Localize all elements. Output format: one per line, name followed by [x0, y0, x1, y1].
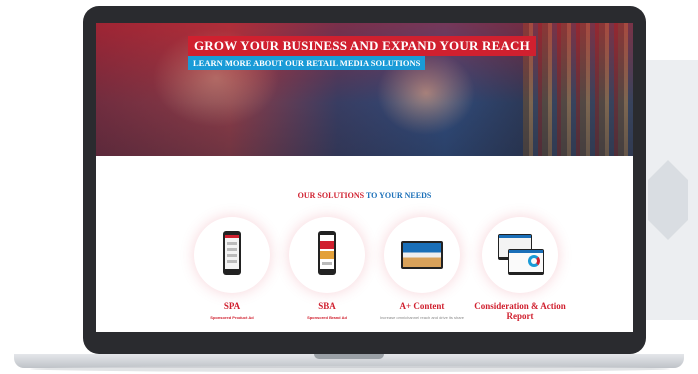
hero-subtitle-link[interactable]: LEARN MORE ABOUT OUR RETAIL MEDIA SOLUTI… [188, 56, 426, 70]
donut-chart-icon [528, 255, 540, 267]
laptop-screen: GROW YOUR BUSINESS AND EXPAND YOUR REACH… [96, 23, 633, 332]
solution-card-a-plus-content[interactable]: A+ Content Increase omnichannel reach an… [377, 217, 467, 320]
solution-card-consideration-report[interactable]: Consideration & Action Report [472, 217, 568, 321]
solution-card-sba[interactable]: SBA Sponsored Brand Ad [282, 217, 372, 320]
laptop-notch [314, 354, 384, 359]
solution-name: SPA [223, 301, 241, 311]
solution-icon-circle [384, 217, 460, 293]
solution-desc: Increase omnichannel reach and drive its… [379, 315, 465, 320]
solution-name: SBA [318, 301, 336, 311]
solution-name: A+ Content [399, 301, 445, 311]
solution-card-spa[interactable]: SPA Sponsored Product Ad [187, 217, 277, 320]
solutions-heading-part2: TO YOUR NEEDS [364, 191, 432, 200]
dashboard-chart-icon [508, 249, 544, 275]
tablet-content-icon [401, 241, 443, 269]
solution-icon-circle [289, 217, 365, 293]
solutions-heading-part1: OUR SOLUTIONS [297, 191, 365, 200]
solution-icon-circle [482, 217, 558, 293]
laptop-shadow [30, 366, 670, 372]
solution-name: Consideration & Action Report [474, 301, 566, 321]
hero-banner: GROW YOUR BUSINESS AND EXPAND YOUR REACH… [96, 23, 633, 156]
solution-desc: Sponsored Product Ad [210, 315, 254, 320]
solution-icon-circle [194, 217, 270, 293]
marketing-mockup: GROW YOUR BUSINESS AND EXPAND YOUR REACH… [0, 0, 698, 374]
solution-desc: Sponsored Brand Ad [307, 315, 347, 320]
solutions-heading: OUR SOLUTIONS TO YOUR NEEDS [96, 191, 633, 200]
phone-brand-banner-icon [318, 231, 336, 275]
hero-title: GROW YOUR BUSINESS AND EXPAND YOUR REACH [188, 36, 536, 56]
phone-product-list-icon [223, 231, 241, 275]
